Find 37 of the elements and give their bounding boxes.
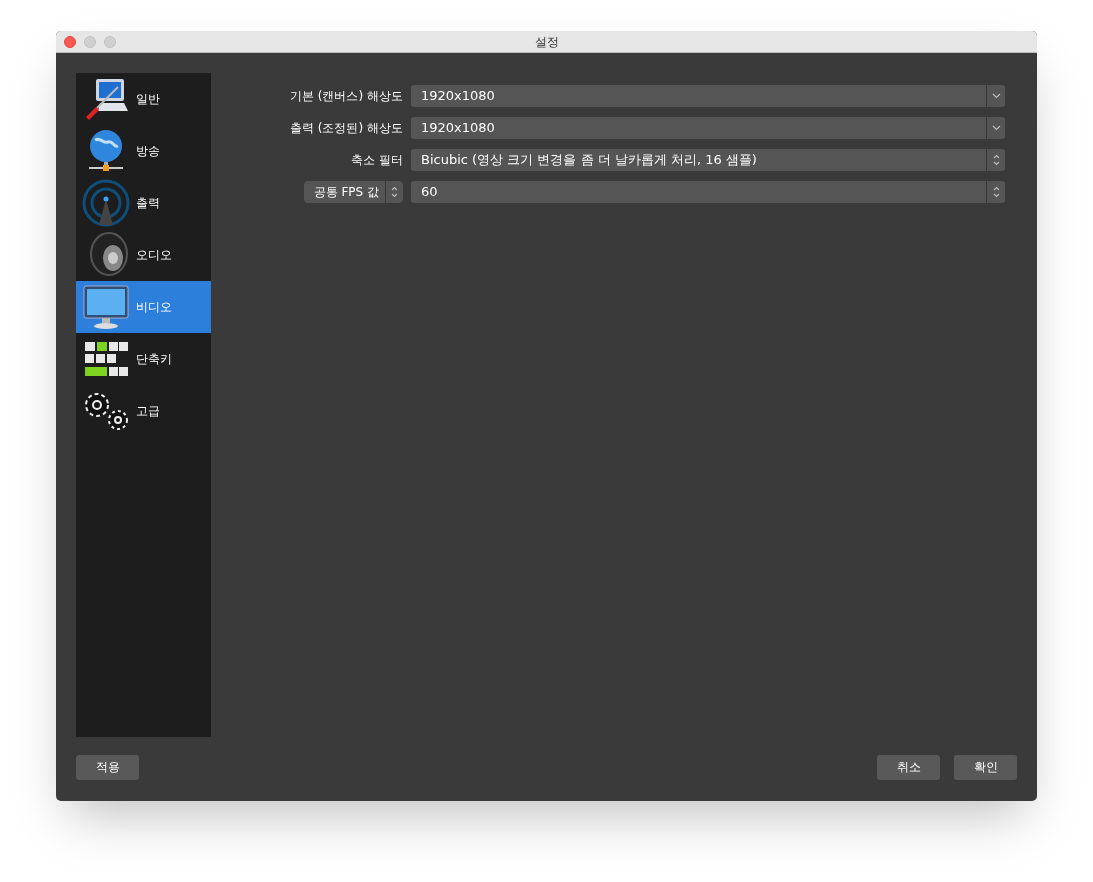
close-button[interactable] bbox=[64, 35, 76, 48]
sidebar-item[interactable]: 고급 bbox=[76, 385, 211, 437]
sidebar-item[interactable]: 일반 bbox=[76, 73, 211, 125]
sidebar-item[interactable]: 단축키 bbox=[76, 333, 211, 385]
sidebar-item[interactable]: 출력 bbox=[76, 177, 211, 229]
antenna-signal-icon bbox=[82, 179, 130, 227]
sidebar-item[interactable]: 오디오 bbox=[76, 229, 211, 281]
sidebar-item[interactable]: 방송 bbox=[76, 125, 211, 177]
fps-type-dropdown[interactable]: 공통 FPS 값 bbox=[303, 181, 403, 203]
field-label: 출력 (조정된) 해상도 bbox=[290, 120, 403, 137]
monitor-icon bbox=[82, 284, 130, 330]
sidebar-item-label: 일반 bbox=[136, 91, 160, 108]
cancel-button[interactable]: 취소 bbox=[877, 754, 940, 780]
sidebar-item-label: 오디오 bbox=[136, 247, 172, 264]
sidebar-item-label: 출력 bbox=[136, 195, 160, 212]
keyboard-keys-icon bbox=[83, 340, 129, 378]
sidebar-item-label: 방송 bbox=[136, 143, 160, 160]
dropdown-field[interactable]: 1920x1080 bbox=[411, 85, 1005, 107]
stepper-field[interactable]: Bicubic (영상 크기 변경을 좀 더 날카롭게 처리, 16 샘플) bbox=[411, 149, 1005, 171]
ok-button[interactable]: 확인 bbox=[954, 754, 1017, 780]
minimize-button[interactable] bbox=[84, 35, 96, 48]
zoom-button[interactable] bbox=[104, 35, 116, 48]
field-label: 축소 필터 bbox=[351, 152, 403, 169]
stepper-field[interactable]: 60 bbox=[411, 181, 1005, 203]
dropdown-field[interactable]: 1920x1080 bbox=[411, 117, 1005, 139]
field-label: 기본 (캔버스) 해상도 bbox=[290, 88, 403, 105]
sidebar-item-label: 비디오 bbox=[136, 299, 172, 316]
chevron-down-icon bbox=[991, 93, 1001, 99]
sidebar-item[interactable]: 비디오 bbox=[76, 281, 211, 333]
sidebar-item-label: 단축키 bbox=[136, 351, 172, 368]
window-title: 설정 bbox=[534, 33, 559, 51]
apply-button[interactable]: 적용 bbox=[76, 754, 139, 780]
up-down-arrows-icon bbox=[992, 186, 1000, 198]
chevron-down-icon bbox=[991, 125, 1001, 131]
up-down-arrows-icon bbox=[992, 154, 1000, 166]
up-down-arrows-icon bbox=[391, 186, 398, 198]
sidebar-item-label: 고급 bbox=[136, 403, 160, 420]
